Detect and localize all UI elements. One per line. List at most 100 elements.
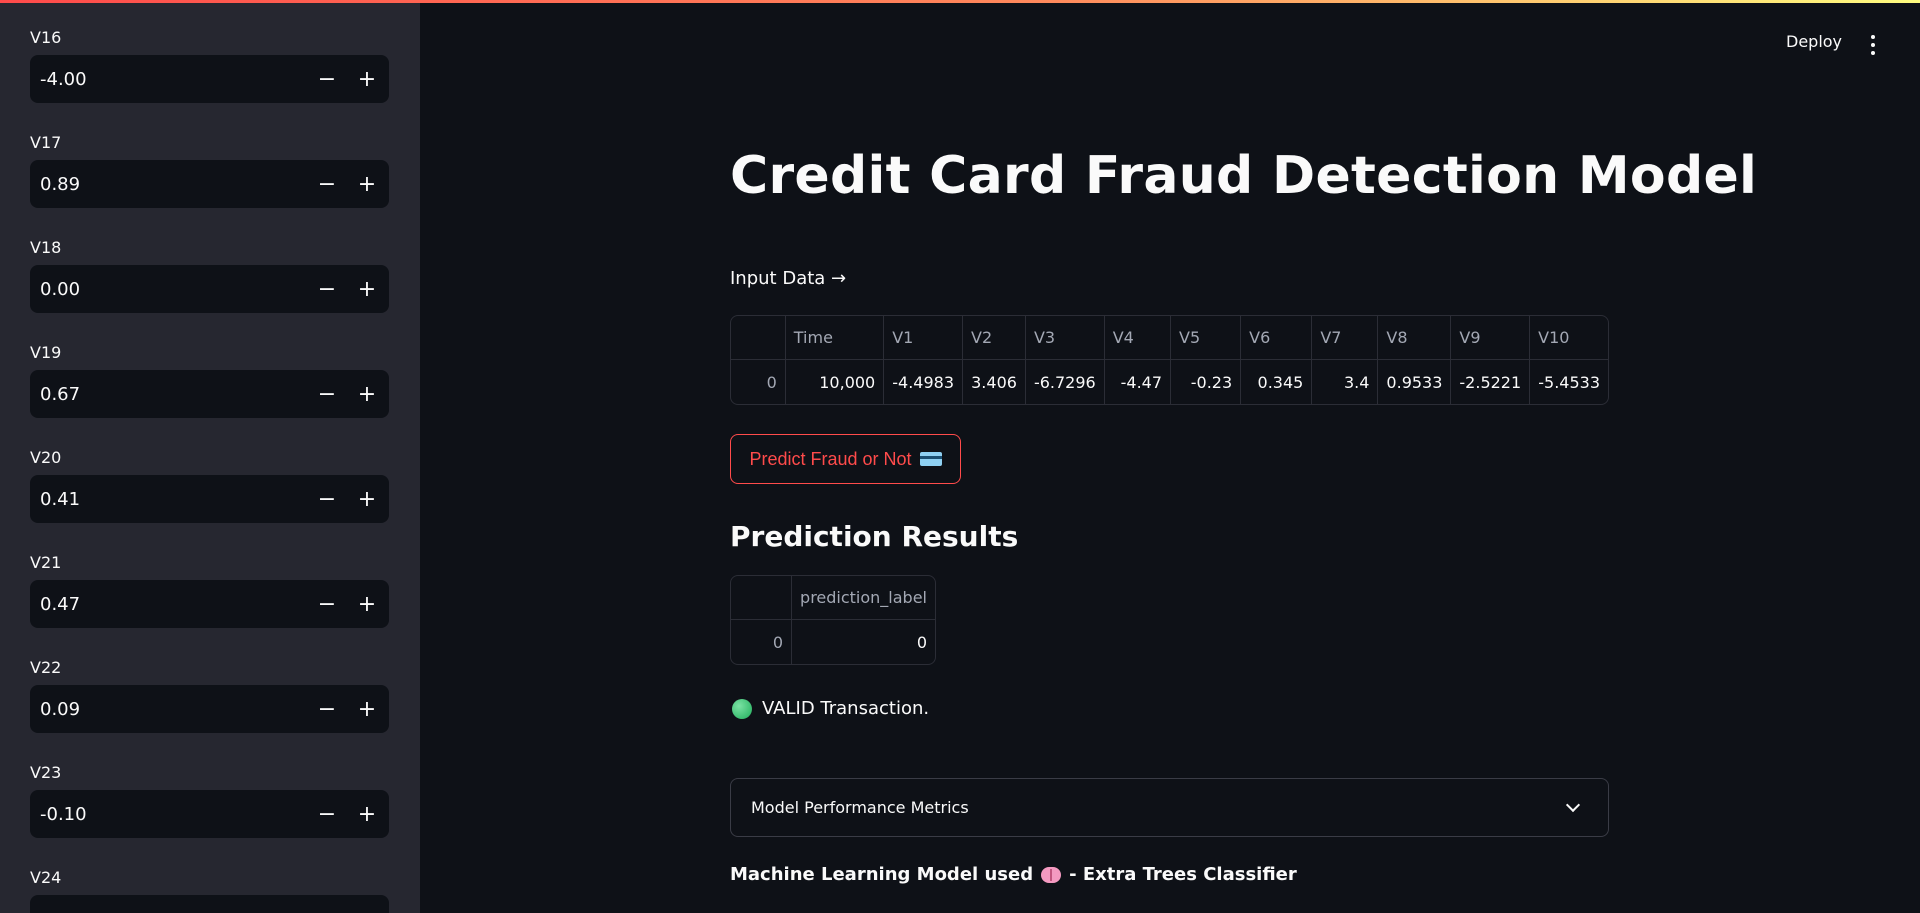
- increment-button[interactable]: +: [347, 370, 387, 418]
- column-header: V4: [1104, 316, 1172, 360]
- field-label: V22: [30, 658, 62, 677]
- column-header: [731, 576, 793, 620]
- number-stepper: − +: [30, 685, 389, 733]
- table-cell: -4.47: [1105, 360, 1172, 404]
- row-index: 0: [731, 360, 786, 404]
- top-decoration-bar: [0, 0, 1920, 3]
- prediction-results-table[interactable]: prediction_label 0 0: [730, 575, 936, 665]
- increment-button[interactable]: +: [347, 160, 387, 208]
- increment-button[interactable]: +: [347, 580, 387, 628]
- table-cell: -6.7296: [1026, 360, 1105, 404]
- number-input[interactable]: [30, 370, 307, 418]
- column-header: V3: [1025, 316, 1105, 360]
- number-input[interactable]: [30, 790, 307, 838]
- field-label: V17: [30, 133, 62, 152]
- table-cell: -5.4533: [1538, 372, 1600, 392]
- model-used-line: Machine Learning Model used - Extra Tree…: [730, 864, 1297, 885]
- number-stepper: − +: [30, 160, 389, 208]
- column-header: V10: [1530, 316, 1608, 360]
- field-v17: V17 − +: [30, 132, 389, 208]
- number-input[interactable]: [30, 685, 307, 733]
- decrement-button[interactable]: −: [307, 55, 347, 103]
- number-stepper: − +: [30, 265, 389, 313]
- field-v18: V18 − +: [30, 237, 389, 313]
- decrement-button[interactable]: −: [307, 685, 347, 733]
- expander-label: Model Performance Metrics: [751, 798, 969, 817]
- table-cell: 10,000: [786, 360, 885, 404]
- field-label: V20: [30, 448, 62, 467]
- increment-button[interactable]: +: [347, 475, 387, 523]
- table-cell: 3.406: [963, 360, 1026, 404]
- increment-button[interactable]: +: [347, 685, 387, 733]
- table-cell: -0.23: [1171, 360, 1242, 404]
- field-label: V19: [30, 343, 62, 362]
- column-header: V1: [884, 316, 963, 360]
- table-row: 0 0: [731, 620, 935, 664]
- prediction-results-heading: Prediction Results: [730, 520, 1019, 553]
- page-title: Credit Card Fraud Detection Model: [730, 146, 1758, 206]
- number-input[interactable]: [30, 895, 389, 913]
- field-label: V18: [30, 238, 62, 257]
- table-cell: 0.9533: [1378, 360, 1452, 404]
- field-v19: V19 − +: [30, 342, 389, 418]
- field-label: V23: [30, 763, 62, 782]
- table-header-row: Time V1 V2 V3 V4 V5 V6 V7 V8 V9 V10: [731, 316, 1608, 360]
- number-input[interactable]: [30, 265, 307, 313]
- input-data-label: Input Data →: [730, 268, 847, 289]
- number-stepper: − +: [30, 790, 389, 838]
- predict-button-label: Predict Fraud or Not: [749, 448, 912, 469]
- model-used-name: - Extra Trees Classifier: [1069, 864, 1297, 885]
- decrement-button[interactable]: −: [307, 160, 347, 208]
- table-cell: 3.4: [1312, 360, 1379, 404]
- model-used-prefix: Machine Learning Model used: [730, 864, 1034, 885]
- field-v24: V24: [30, 867, 389, 913]
- field-v21: V21 − +: [30, 552, 389, 628]
- column-header: V8: [1378, 316, 1452, 360]
- field-v23: V23 − +: [30, 762, 389, 838]
- column-header: prediction_label: [792, 576, 935, 620]
- number-input[interactable]: [30, 475, 307, 523]
- increment-button[interactable]: +: [347, 790, 387, 838]
- input-data-table[interactable]: Time V1 V2 V3 V4 V5 V6 V7 V8 V9 V10 0 10…: [730, 315, 1609, 405]
- increment-button[interactable]: +: [347, 265, 387, 313]
- number-stepper: − +: [30, 475, 389, 523]
- field-v16: V16 − +: [30, 27, 389, 103]
- field-label: V21: [30, 553, 62, 572]
- decrement-button[interactable]: −: [307, 790, 347, 838]
- number-stepper: − +: [30, 55, 389, 103]
- table-cell: 0.345: [1241, 360, 1313, 404]
- credit-card-icon: [919, 452, 942, 466]
- valid-transaction-text: VALID Transaction.: [762, 698, 930, 719]
- table-cell: -2.5221: [1451, 360, 1531, 404]
- green-circle-icon: [732, 698, 752, 719]
- table-row: 0 10,000 -4.4983 3.406 -6.7296 -4.47 -0.…: [731, 360, 1608, 404]
- column-header: V2: [963, 316, 1026, 360]
- table-cell: 0: [916, 632, 927, 652]
- increment-button[interactable]: +: [347, 55, 387, 103]
- number-input[interactable]: [30, 55, 307, 103]
- decrement-button[interactable]: −: [307, 475, 347, 523]
- field-v20: V20 − +: [30, 447, 389, 523]
- sidebar: V16 − + V17 − + V18 − + V19 − + V20: [0, 0, 420, 913]
- number-stepper: [30, 895, 389, 913]
- table-header-row: prediction_label: [731, 576, 935, 620]
- more-options-icon[interactable]: [1863, 32, 1883, 58]
- chevron-down-icon: [1565, 797, 1581, 813]
- number-input[interactable]: [30, 160, 307, 208]
- decrement-button[interactable]: −: [307, 265, 347, 313]
- number-stepper: − +: [30, 580, 389, 628]
- model-metrics-expander[interactable]: Model Performance Metrics: [730, 778, 1609, 837]
- column-header: Time: [785, 316, 885, 360]
- column-header: V7: [1312, 316, 1379, 360]
- table-cell: -4.4983: [884, 360, 963, 404]
- decrement-button[interactable]: −: [307, 370, 347, 418]
- field-label: V16: [30, 28, 62, 47]
- field-label: V24: [30, 868, 62, 887]
- deploy-button[interactable]: Deploy: [1786, 32, 1842, 51]
- row-index: 0: [731, 620, 793, 664]
- column-header: V6: [1241, 316, 1313, 360]
- number-input[interactable]: [30, 580, 307, 628]
- column-header: [731, 316, 786, 360]
- decrement-button[interactable]: −: [307, 580, 347, 628]
- predict-button[interactable]: Predict Fraud or Not: [730, 434, 961, 484]
